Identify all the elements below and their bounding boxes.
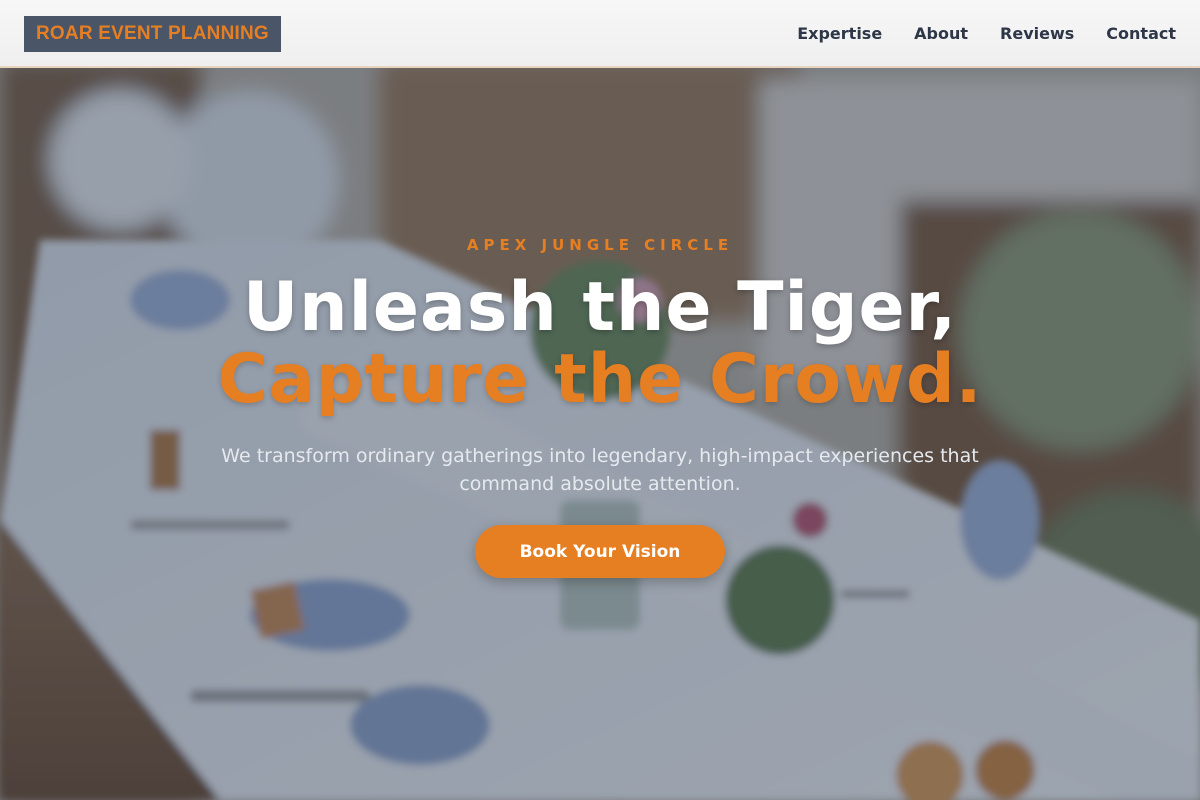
- nav-link-contact[interactable]: Contact: [1106, 24, 1176, 43]
- nav-link-reviews[interactable]: Reviews: [1000, 24, 1074, 43]
- logo[interactable]: ROAR EVENT PLANNING: [24, 16, 281, 52]
- page: ROAR EVENT PLANNING Expertise About Revi…: [0, 0, 1200, 800]
- hero-section: APEX JUNGLE CIRCLE Unleash the Tiger, Ca…: [0, 0, 1200, 800]
- hero-headline: Unleash the Tiger, Capture the Crowd.: [0, 272, 1200, 416]
- site-header: ROAR EVENT PLANNING Expertise About Revi…: [0, 0, 1200, 68]
- headline-line-1: Unleash the Tiger,: [242, 268, 958, 347]
- main-nav: Expertise About Reviews Contact: [797, 0, 1176, 66]
- hero-subtitle: We transform ordinary gatherings into le…: [221, 445, 979, 495]
- headline-line-2: Capture the Crowd.: [217, 340, 983, 419]
- hero-eyebrow: APEX JUNGLE CIRCLE: [466, 236, 734, 254]
- nav-link-about[interactable]: About: [914, 24, 968, 43]
- book-your-vision-button[interactable]: Book Your Vision: [475, 525, 725, 578]
- nav-link-expertise[interactable]: Expertise: [797, 24, 882, 43]
